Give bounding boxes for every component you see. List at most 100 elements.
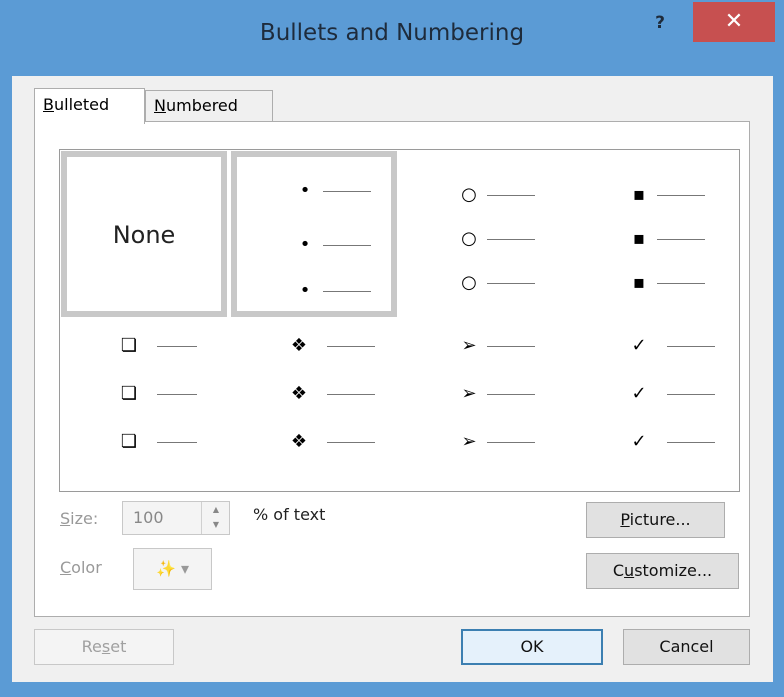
bullet-style-dot[interactable]: • • •	[231, 151, 397, 317]
none-label: None	[112, 221, 176, 249]
color-label: Color	[60, 558, 102, 577]
customize-label-pre: C	[612, 561, 625, 580]
line-placeholder	[657, 195, 705, 196]
line-placeholder	[487, 442, 535, 443]
line-placeholder	[667, 394, 715, 395]
list-item: •	[237, 181, 391, 201]
circle-bullet-icon: ○	[461, 272, 477, 293]
tab-numbered[interactable]: Numbered	[145, 90, 273, 122]
line-placeholder	[157, 442, 197, 443]
size-spinner[interactable]: 100 ▲ ▼	[122, 501, 230, 535]
dot-bullet-icon: •	[299, 234, 311, 255]
list-item: ✓	[571, 432, 737, 452]
list-item: ❏	[61, 336, 227, 356]
color-label-text: olor	[71, 558, 102, 577]
line-placeholder	[327, 394, 375, 395]
line-placeholder	[323, 245, 371, 246]
arrow-bullet-icon: ➢	[461, 335, 477, 356]
diamond-bullet-icon: ❖	[290, 335, 308, 356]
reset-label-pre: Re	[81, 637, 102, 656]
hollow-square-bullet-icon: ❏	[120, 335, 138, 356]
line-placeholder	[657, 239, 705, 240]
line-placeholder	[487, 283, 535, 284]
list-item: ❏	[61, 384, 227, 404]
check-bullet-icon: ✓	[631, 383, 647, 404]
bullet-style-hollow-square[interactable]: ❏ ❏ ❏	[61, 320, 227, 486]
close-button[interactable]: ✕	[693, 2, 775, 42]
square-bullet-icon: ▪	[632, 272, 646, 293]
line-placeholder	[667, 442, 715, 443]
arrow-bullet-icon: ➢	[461, 431, 477, 452]
bullet-gallery: None • • • ○ ○ ○ ▪ ▪ ▪ ❏ ❏ ❏ ❖ ❖ ❖ ➢ ➢ ➢…	[59, 149, 740, 492]
customize-button[interactable]: Customize...	[586, 553, 739, 589]
picture-label: icture...	[629, 510, 691, 529]
list-item: ❏	[61, 432, 227, 452]
color-picker-button[interactable]: ✨ ▾	[133, 548, 212, 590]
list-item: ▪	[571, 185, 737, 205]
tab-bulleted-label: ulleted	[53, 95, 110, 114]
customize-label-rest: stomize...	[634, 561, 713, 580]
list-item: ○	[401, 273, 567, 293]
help-button[interactable]: ?	[645, 10, 675, 36]
list-item: ❖	[231, 384, 397, 404]
size-suffix: % of text	[253, 505, 326, 524]
square-bullet-icon: ▪	[632, 184, 646, 205]
bullet-style-check[interactable]: ✓ ✓ ✓	[571, 320, 737, 486]
dot-bullet-icon: •	[299, 180, 311, 201]
bullet-style-none[interactable]: None	[61, 151, 227, 317]
reset-label-rest: et	[110, 637, 127, 656]
list-item: ○	[401, 185, 567, 205]
circle-bullet-icon: ○	[461, 184, 477, 205]
list-item: ▪	[571, 273, 737, 293]
bullet-style-arrow[interactable]: ➢ ➢ ➢	[401, 320, 567, 486]
line-placeholder	[323, 191, 371, 192]
line-placeholder	[157, 346, 197, 347]
picture-button[interactable]: Picture...	[586, 502, 725, 538]
reset-button[interactable]: Reset	[34, 629, 174, 665]
picture-mnemonic: P	[620, 510, 630, 529]
size-label-text: ize:	[70, 509, 99, 528]
line-placeholder	[487, 239, 535, 240]
spinner-arrows[interactable]: ▲ ▼	[201, 502, 230, 534]
line-placeholder	[157, 394, 197, 395]
tab-numbered-mnemonic: N	[154, 96, 166, 115]
list-item: ➢	[401, 336, 567, 356]
bullet-style-circle[interactable]: ○ ○ ○	[401, 151, 567, 317]
list-item: ○	[401, 229, 567, 249]
title-bar: Bullets and Numbering ? ✕	[0, 0, 784, 76]
bullet-style-diamond[interactable]: ❖ ❖ ❖	[231, 320, 397, 486]
circle-bullet-icon: ○	[461, 228, 477, 249]
line-placeholder	[327, 442, 375, 443]
list-item: ✓	[571, 336, 737, 356]
tab-bulleted[interactable]: Bulleted	[34, 88, 145, 124]
line-placeholder	[323, 291, 371, 292]
size-label-mnemonic: S	[60, 509, 71, 528]
square-bullet-icon: ▪	[632, 228, 646, 249]
line-placeholder	[487, 195, 535, 196]
line-placeholder	[487, 346, 535, 347]
check-bullet-icon: ✓	[631, 431, 647, 452]
list-item: ❖	[231, 336, 397, 356]
bullet-style-square[interactable]: ▪ ▪ ▪	[571, 151, 737, 317]
size-value: 100	[133, 508, 164, 527]
ok-button[interactable]: OK	[461, 629, 603, 665]
line-placeholder	[327, 346, 375, 347]
color-label-mnemonic: C	[60, 558, 72, 577]
tab-bulleted-mnemonic: B	[43, 95, 54, 114]
diamond-bullet-icon: ❖	[290, 383, 308, 404]
dialog-window: Bullets and Numbering ? ✕ Numbered Bulle…	[0, 0, 784, 697]
line-placeholder	[487, 394, 535, 395]
list-item: ➢	[401, 384, 567, 404]
customize-mnemonic: u	[624, 561, 635, 580]
hollow-square-bullet-icon: ❏	[120, 383, 138, 404]
cancel-button[interactable]: Cancel	[623, 629, 750, 665]
diamond-bullet-icon: ❖	[290, 431, 308, 452]
size-label: Size:	[60, 509, 98, 528]
list-item: •	[237, 281, 391, 301]
check-bullet-icon: ✓	[631, 335, 647, 356]
tab-numbered-label: umbered	[165, 96, 238, 115]
arrow-bullet-icon: ➢	[461, 383, 477, 404]
hollow-square-bullet-icon: ❏	[120, 431, 138, 452]
reset-mnemonic: s	[101, 637, 111, 656]
line-placeholder	[667, 346, 715, 347]
